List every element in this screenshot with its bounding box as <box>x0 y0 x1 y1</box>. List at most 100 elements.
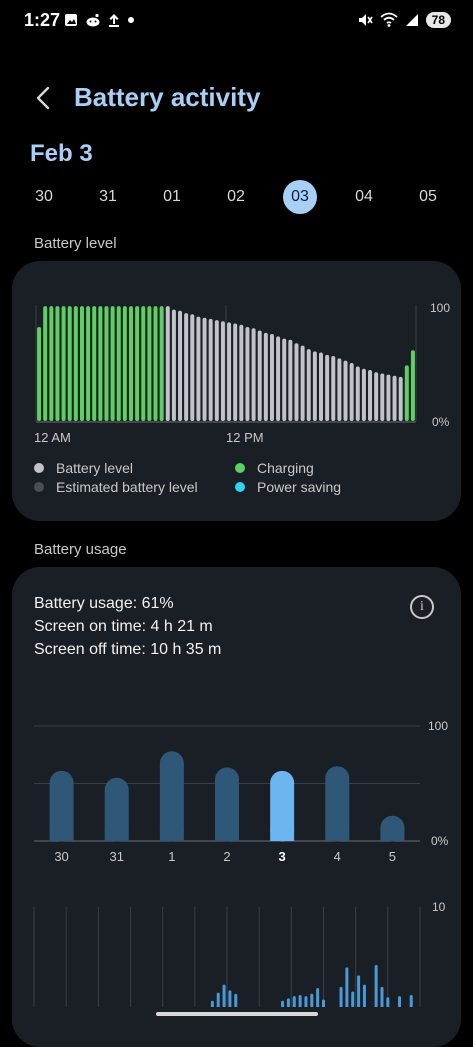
legend-label: Estimated battery level <box>56 479 198 495</box>
hourly-y-max-label: 10 <box>432 900 446 914</box>
hourly-usage-bar <box>322 999 325 1007</box>
battery-level-bar <box>171 309 176 421</box>
battery-level-bar <box>288 339 293 421</box>
battery-usage-percent: Battery usage: 61% <box>34 595 174 612</box>
home-gesture-bar[interactable] <box>156 1012 318 1016</box>
hourly-usage-bar <box>210 1000 214 1007</box>
battery-level-bar <box>79 306 84 421</box>
hourly-usage-bar <box>362 984 366 1007</box>
hourly-usage-bar <box>380 986 384 1007</box>
legend-power-saving: Power saving <box>235 479 341 495</box>
battery-level-bar <box>404 365 409 421</box>
hourly-usage-bar <box>351 991 355 1007</box>
hourly-usage-bar <box>398 996 402 1007</box>
day-item[interactable]: 04 <box>347 180 381 214</box>
legend-label: Power saving <box>257 479 342 495</box>
usage-bar-base <box>380 829 405 841</box>
battery-level-bar <box>251 328 256 421</box>
hourly-usage-bar <box>298 994 302 1007</box>
usage-category-label: 3 <box>279 849 286 864</box>
battery-level-bar <box>331 356 336 421</box>
week-y-max-label: 100 <box>428 719 448 733</box>
battery-level-bar <box>43 306 48 421</box>
battery-usage-label: Battery usage <box>34 541 127 558</box>
back-arrow-icon <box>36 86 50 110</box>
usage-category-label: 2 <box>223 849 230 864</box>
hourly-usage-bar <box>386 997 390 1007</box>
battery-level-bar <box>196 316 201 421</box>
battery-level-bar <box>208 318 213 421</box>
day-selector: 30 31 01 02 03 04 05 <box>0 180 473 214</box>
battery-level-bar <box>380 373 385 421</box>
day-item[interactable]: 30 <box>27 180 61 214</box>
hourly-usage-bar <box>316 988 320 1007</box>
battery-level-bar <box>141 306 146 421</box>
mute-icon <box>358 14 373 26</box>
hourly-usage-bar <box>216 992 220 1007</box>
page-title: Battery activity <box>74 82 261 112</box>
battery-usage-card[interactable]: Battery usage: 61% Screen on time: 4 h 2… <box>12 567 461 1047</box>
battery-level-bar <box>67 306 72 421</box>
usage-category-label: 31 <box>109 849 123 864</box>
battery-level-bar <box>386 374 391 421</box>
battery-level-bar <box>343 360 348 421</box>
hourly-usage-bar <box>281 1000 285 1007</box>
battery-level-chart: 100 0% 12 AM 12 PM <box>34 301 450 445</box>
day-item[interactable]: 05 <box>411 180 445 214</box>
hourly-usage-bar <box>222 984 226 1007</box>
battery-level-bar <box>319 352 323 421</box>
wifi-icon <box>380 12 398 27</box>
battery-level-bar <box>214 320 219 421</box>
hourly-usage-bar <box>292 996 296 1007</box>
info-icon[interactable]: i <box>410 595 434 619</box>
battery-level-bar <box>374 372 379 421</box>
legend-label: Battery level <box>56 460 134 476</box>
battery-level-bar <box>184 313 189 421</box>
hourly-usage-bar <box>409 994 413 1007</box>
hourly-usage-bar <box>228 990 232 1007</box>
y-max-label: 100 <box>430 301 450 315</box>
battery-level-bar <box>410 350 415 421</box>
battery-level-bar <box>263 332 268 421</box>
battery-level-bar <box>159 306 164 421</box>
usage-bar[interactable] <box>159 751 184 842</box>
hourly-usage-bar <box>234 993 238 1007</box>
day-item[interactable]: 01 <box>155 180 189 214</box>
battery-level-bar <box>368 369 373 421</box>
battery-level-bar <box>165 306 170 421</box>
screen-off-time: Screen off time: 10 h 35 m <box>34 641 222 658</box>
battery-level-bar <box>153 306 158 421</box>
battery-level-bar <box>122 306 127 421</box>
back-button[interactable] <box>32 82 56 114</box>
usage-bar-base <box>49 829 74 841</box>
battery-level-bar <box>276 336 281 421</box>
battery-level-bar <box>337 358 342 421</box>
legend-charging: Charging <box>235 460 314 476</box>
hourly-usage-bar <box>304 996 308 1007</box>
status-time: 1:27 <box>24 10 61 30</box>
battery-level-bar <box>55 306 60 421</box>
day-item[interactable]: 02 <box>219 180 253 214</box>
x-label-12pm: 12 PM <box>226 430 264 445</box>
battery-level-bar <box>147 306 152 421</box>
battery-level-bar <box>269 334 274 421</box>
battery-level-bar <box>306 349 311 421</box>
battery-level-bar <box>220 321 225 421</box>
date-heading: Feb 3 <box>30 140 93 167</box>
battery-level-bar <box>294 343 299 421</box>
battery-level-bar <box>73 306 78 421</box>
legend-dot-icon <box>235 482 245 492</box>
battery-level-bar <box>312 351 317 421</box>
legend-estimated-level: Estimated battery level <box>34 479 198 495</box>
screen-on-time: Screen on time: 4 h 21 m <box>34 618 213 635</box>
legend-battery-level: Battery level <box>34 460 133 476</box>
battery-level-bar <box>178 310 183 421</box>
battery-level-bar <box>257 330 262 421</box>
upload-notification-icon <box>109 14 119 27</box>
notification-icons <box>64 13 135 27</box>
battery-level-card[interactable]: 100 0% 12 AM 12 PM Battery level Chargin… <box>12 261 461 521</box>
app-header: Battery activity <box>0 78 473 118</box>
day-item[interactable]: 31 <box>91 180 125 214</box>
more-notifications-dot-icon <box>128 17 134 23</box>
day-item-selected[interactable]: 03 <box>283 180 317 214</box>
